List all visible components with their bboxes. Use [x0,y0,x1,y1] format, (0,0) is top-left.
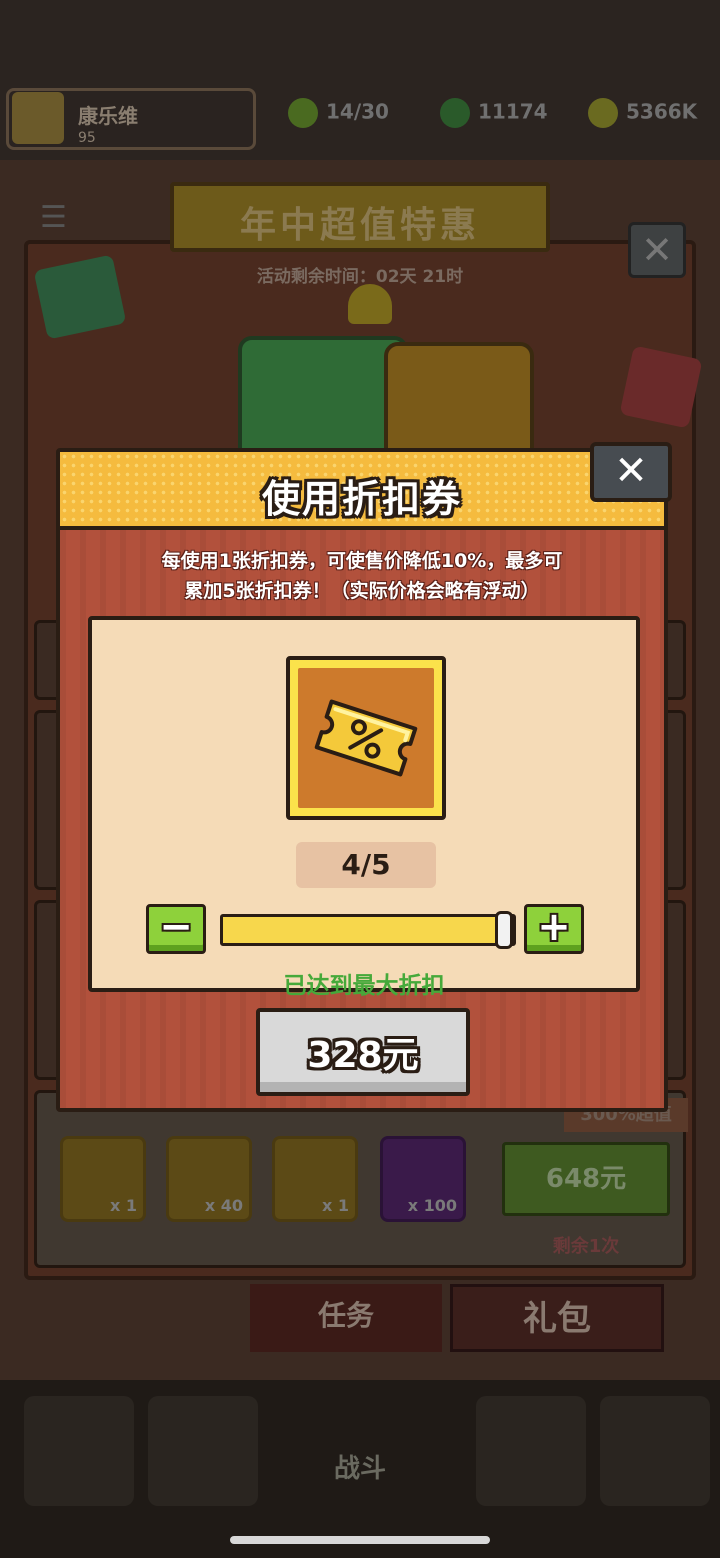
nav-map-button[interactable] [600,1396,710,1506]
tab-gift[interactable]: 礼包 [450,1284,664,1352]
bundle-item[interactable]: x 1 [272,1136,358,1222]
nav-shop-button[interactable] [24,1396,134,1506]
item-qty: x 1 [321,1196,349,1215]
event-banner-art [120,280,600,476]
coupon-item-frame [286,656,446,820]
player-name: 康乐维 [78,104,138,128]
item-qty: x 40 [204,1196,243,1215]
purchase-button[interactable]: 328元 [256,1008,470,1096]
discount-coupon-dialog: 使用折扣券 每使用1张折扣券，可使售价降低10%，最多可 累加5张折扣券！（实际… [56,448,668,1112]
bundle-item[interactable]: x 40 [166,1136,252,1222]
dialog-title: 使用折扣券 [261,477,462,521]
home-indicator[interactable] [230,1536,490,1544]
coupon-panel: 4/5 − + 已达到最大折扣 [88,616,640,999]
bundle-item[interactable]: x 1 [60,1136,146,1222]
increase-button[interactable]: + [524,904,584,954]
purchase-price: 328元 [307,1035,419,1076]
gold-stat[interactable]: 5366K [588,98,697,130]
stamina-value: 14/30 [326,99,389,124]
nav-bag-button[interactable] [148,1396,258,1506]
bundle-buy-button[interactable]: 648元 [502,1142,670,1216]
description-line: 每使用1张折扣券，可使售价降低10%，最多可 [161,550,563,572]
decrease-button[interactable]: − [146,904,206,954]
slider-fill [223,917,504,943]
bundle-item[interactable]: x 100 [380,1136,466,1222]
nav-fight-button[interactable]: 战斗 [288,1362,432,1502]
slider-handle[interactable] [495,911,513,949]
discount-ticket-icon [314,699,418,777]
max-discount-label: 已达到最大折扣 [283,973,445,999]
menu-icon[interactable]: ☰ [40,200,84,236]
item-qty: x 1 [109,1196,137,1215]
gold-value: 5366K [626,99,698,124]
description-line: 累加5张折扣券！（实际价格会略有浮动） [184,580,540,602]
gem-icon [440,98,470,128]
nav-hero-button[interactable] [476,1396,586,1506]
stamina-icon [288,98,318,128]
tab-task[interactable]: 任务 [250,1284,442,1352]
plus-icon: + [537,904,571,950]
event-title: 年中超值特惠 [239,205,480,246]
close-icon[interactable]: ✕ [590,442,672,502]
bottom-tabs: 任务 礼包 [250,1284,664,1356]
coupon-count: 4/5 [296,842,436,888]
remaining-count: 剩余1次 [552,1236,620,1257]
player-level: 95 [78,130,96,146]
event-close-icon[interactable]: ✕ [628,222,686,278]
dialog-description: 每使用1张折扣券，可使售价降低10%，最多可 累加5张折扣券！（实际价格会略有浮… [60,546,664,606]
minus-icon: − [159,904,193,950]
gems-value: 11174 [478,99,548,124]
stamina-stat[interactable]: 14/30 [288,98,389,130]
bell-icon [348,284,392,324]
gift-icon [619,345,703,429]
item-qty: x 100 [407,1196,457,1215]
coupon-item-bg [298,668,434,808]
avatar[interactable] [12,92,64,144]
gems-stat[interactable]: 11174 [440,98,548,130]
gold-icon [588,98,618,128]
coupon-slider[interactable] [220,911,516,949]
